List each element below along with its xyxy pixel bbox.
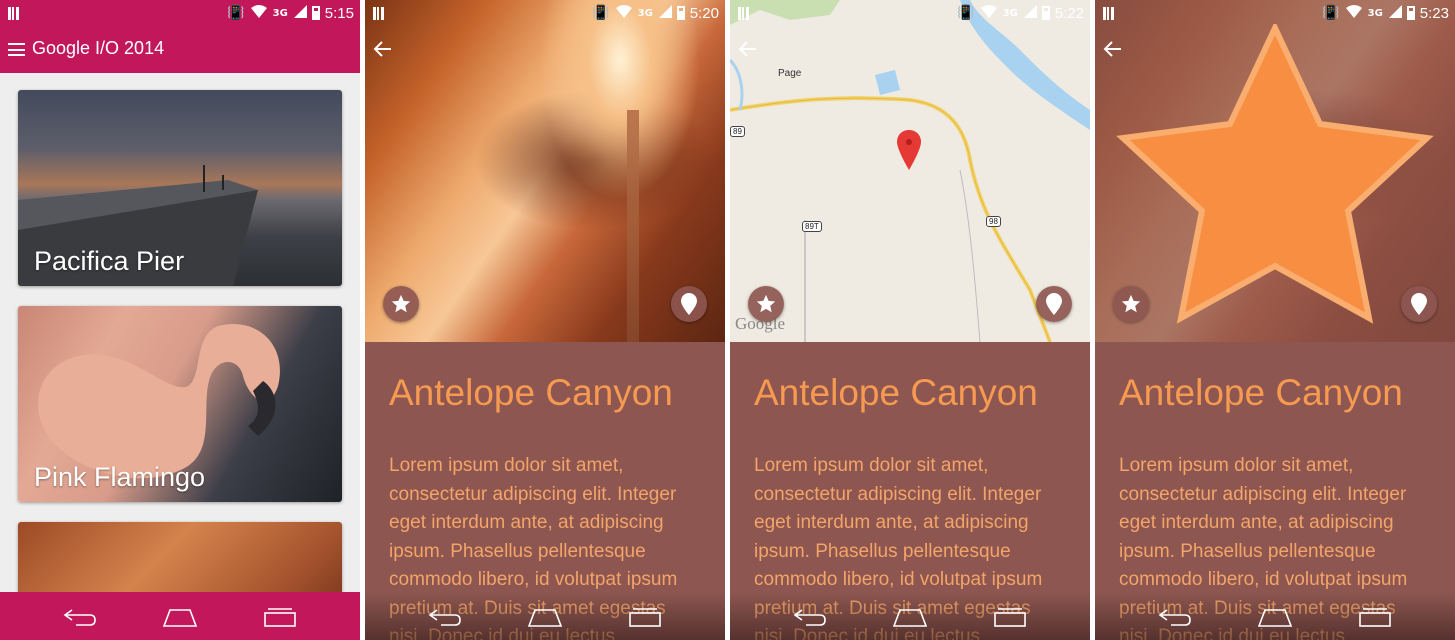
hero-image — [365, 0, 725, 342]
clock: 5:23 — [1419, 4, 1449, 22]
back-arrow-icon[interactable] — [738, 40, 758, 58]
recents-nav-icon[interactable] — [1357, 606, 1393, 628]
network-type: 3G — [637, 7, 653, 19]
location-pin-icon — [1046, 293, 1062, 315]
card-pacifica-pier[interactable]: Pacifica Pier — [18, 90, 342, 286]
place-title: Antelope Canyon — [389, 372, 673, 413]
battery-icon — [1406, 6, 1415, 20]
app-title: Google I/O 2014 — [32, 38, 165, 58]
map-place-label: Page — [778, 68, 802, 79]
star-icon — [1121, 294, 1141, 313]
place-title: Antelope Canyon — [754, 372, 1038, 413]
navigation-bar — [365, 592, 725, 640]
favorite-button[interactable] — [748, 286, 784, 322]
menu-icon[interactable] — [8, 43, 25, 56]
place-title: Antelope Canyon — [1119, 372, 1403, 413]
location-pin-icon — [1411, 293, 1427, 315]
signal-icon — [293, 5, 307, 21]
route-shield: 89 — [730, 126, 745, 137]
signal-icon — [1023, 5, 1037, 21]
battery-icon — [311, 6, 320, 20]
recents-nav-icon[interactable] — [262, 606, 298, 628]
list-screen: Google I/O 2014 📳 3G 5:15 Pacifica Pier … — [0, 0, 360, 640]
location-button[interactable] — [671, 286, 707, 322]
route-shield: 89T — [802, 221, 822, 232]
vibrate-icon: 📳 — [592, 5, 610, 21]
wifi-icon — [615, 5, 632, 21]
location-button[interactable] — [1036, 286, 1072, 322]
location-button[interactable] — [1401, 286, 1437, 322]
big-star-icon — [1116, 24, 1434, 324]
back-nav-icon[interactable] — [1157, 606, 1193, 628]
card-pink-flamingo[interactable]: Pink Flamingo — [18, 306, 342, 502]
detail-screen-favorited: 📳 3G 5:23 Antelope Canyon Lorem ipsum do… — [1095, 0, 1455, 640]
status-bar: 📳 3G 5:23 — [1095, 0, 1455, 26]
favorite-button[interactable] — [383, 286, 419, 322]
card-label: Pacifica Pier — [34, 246, 185, 276]
navigation-bar — [730, 592, 1090, 640]
vibrate-icon: 📳 — [957, 5, 975, 21]
signal-icon — [1388, 5, 1402, 21]
network-type: 3G — [1367, 7, 1383, 19]
recents-nav-icon[interactable] — [992, 606, 1028, 628]
map-view[interactable]: Page 98 89T 89 Google — [730, 0, 1090, 342]
sim-icon — [738, 6, 749, 20]
wifi-icon — [250, 5, 267, 21]
location-pin-icon — [681, 293, 697, 315]
clock: 5:22 — [1054, 4, 1084, 22]
clock: 5:15 — [324, 4, 354, 22]
home-nav-icon[interactable] — [162, 606, 198, 628]
clock: 5:20 — [689, 4, 719, 22]
signal-icon — [658, 5, 672, 21]
wifi-icon — [1345, 5, 1362, 21]
home-nav-icon[interactable] — [527, 606, 563, 628]
back-nav-icon[interactable] — [62, 606, 98, 628]
home-nav-icon[interactable] — [1257, 606, 1293, 628]
status-bar: 📳 3G 5:20 — [365, 0, 725, 26]
back-nav-icon[interactable] — [427, 606, 463, 628]
star-icon — [756, 294, 776, 313]
vibrate-icon: 📳 — [1322, 5, 1340, 21]
card-label: Pink Flamingo — [34, 462, 206, 492]
status-bar: 📳 3G 5:15 — [0, 0, 360, 26]
sim-icon — [373, 6, 384, 20]
battery-icon — [1041, 6, 1050, 20]
sim-icon — [1103, 6, 1114, 20]
recents-nav-icon[interactable] — [627, 606, 663, 628]
network-type: 3G — [272, 7, 288, 19]
sand-waterfall — [627, 110, 639, 342]
network-type: 3G — [1002, 7, 1018, 19]
wifi-icon — [980, 5, 997, 21]
route-shield: 98 — [986, 216, 1001, 227]
vibrate-icon: 📳 — [227, 5, 245, 21]
sim-icon — [8, 6, 19, 20]
home-nav-icon[interactable] — [892, 606, 928, 628]
star-icon — [391, 294, 411, 313]
back-arrow-icon[interactable] — [1103, 40, 1123, 58]
detail-screen-map: Page 98 89T 89 Google 📳 3G 5:22 Antelope… — [730, 0, 1090, 640]
map-tiles — [730, 0, 1090, 342]
battery-icon — [676, 6, 685, 20]
navigation-bar — [1095, 592, 1455, 640]
favorite-button[interactable] — [1113, 286, 1149, 322]
map-marker-icon[interactable] — [897, 130, 921, 170]
detail-screen-photo: 📳 3G 5:20 Antelope Canyon Lorem ipsum do… — [365, 0, 725, 640]
back-arrow-icon[interactable] — [373, 40, 393, 58]
navigation-bar — [0, 592, 360, 640]
back-nav-icon[interactable] — [792, 606, 828, 628]
status-bar: 📳 3G 5:22 — [730, 0, 1090, 26]
